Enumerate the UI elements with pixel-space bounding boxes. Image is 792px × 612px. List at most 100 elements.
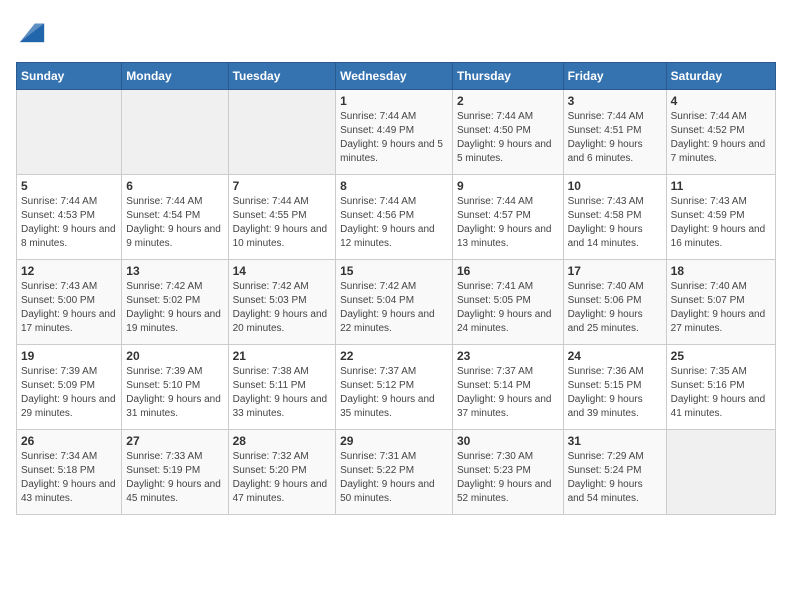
calendar-day-24: 24 Sunrise: 7:36 AMSunset: 5:15 PMDayligh…: [563, 344, 666, 429]
day-info: Sunrise: 7:42 AMSunset: 5:02 PMDaylight:…: [126, 280, 223, 336]
day-info: Sunrise: 7:42 AMSunset: 5:04 PMDaylight:…: [340, 280, 448, 336]
day-info: Sunrise: 7:42 AMSunset: 5:03 PMDaylight:…: [233, 280, 332, 336]
calendar-day-27: 27Sunrise: 7:33 AMSunset: 5:19 PMDayligh…: [122, 429, 228, 514]
day-info: Sunrise: 7:43 AMSunset: 5:00 PMDaylight:…: [21, 280, 117, 336]
calendar-day-1: 1 Sunrise: 7:44 AMSunset: 4:49 PMDaylight…: [336, 89, 453, 174]
day-info: Sunrise: 7:37 AMSunset: 5:14 PMDaylight:…: [457, 365, 559, 421]
day-number: 24: [568, 349, 662, 363]
header-day-monday: Monday: [122, 62, 228, 89]
calendar-table: SundayMondayTuesdayWednesdayThursdayFrid…: [16, 62, 776, 515]
day-number: 19: [21, 349, 117, 363]
calendar-body: 1 Sunrise: 7:44 AMSunset: 4:49 PMDaylight…: [17, 89, 776, 514]
calendar-day-7: 7Sunrise: 7:44 AMSunset: 4:55 PMDaylight…: [228, 174, 336, 259]
calendar-week-1: 1 Sunrise: 7:44 AMSunset: 4:49 PMDaylight…: [17, 89, 776, 174]
calendar-header: SundayMondayTuesdayWednesdayThursdayFrid…: [17, 62, 776, 89]
day-number: 9: [457, 179, 559, 193]
day-number: 20: [126, 349, 223, 363]
day-info: Sunrise: 7:44 AMSunset: 4:49 PMDaylight:…: [340, 110, 448, 166]
header-row: SundayMondayTuesdayWednesdayThursdayFrid…: [17, 62, 776, 89]
day-number: 31: [568, 434, 662, 448]
day-number: 10: [568, 179, 662, 193]
day-number: 26: [21, 434, 117, 448]
calendar-day-2: 2 Sunrise: 7:44 AMSunset: 4:50 PMDaylight…: [452, 89, 563, 174]
calendar-day-20: 20Sunrise: 7:39 AMSunset: 5:10 PMDayligh…: [122, 344, 228, 429]
day-info: Sunrise: 7:44 AMSunset: 4:57 PMDaylight:…: [457, 195, 559, 251]
day-info: Sunrise: 7:44 AMSunset: 4:56 PMDaylight:…: [340, 195, 448, 251]
day-info: Sunrise: 7:32 AMSunset: 5:20 PMDaylight:…: [233, 450, 332, 506]
day-number: 18: [671, 264, 771, 278]
calendar-week-3: 12 Sunrise: 7:43 AMSunset: 5:00 PMDayligh…: [17, 259, 776, 344]
calendar-day-30: 30Sunrise: 7:30 AMSunset: 5:23 PMDayligh…: [452, 429, 563, 514]
calendar-day-22: 22 Sunrise: 7:37 AMSunset: 5:12 PMDayligh…: [336, 344, 453, 429]
calendar-day-12: 12 Sunrise: 7:43 AMSunset: 5:00 PMDayligh…: [17, 259, 122, 344]
calendar-day-10: 10Sunrise: 7:43 AMSunset: 4:58 PMDayligh…: [563, 174, 666, 259]
day-number: 4: [671, 94, 771, 108]
day-number: 12: [21, 264, 117, 278]
day-number: 16: [457, 264, 559, 278]
day-number: 3: [568, 94, 662, 108]
day-info: Sunrise: 7:39 AMSunset: 5:09 PMDaylight:…: [21, 365, 117, 421]
day-info: Sunrise: 7:35 AMSunset: 5:16 PMDaylight:…: [671, 365, 771, 421]
calendar-day-5: 5Sunrise: 7:44 AMSunset: 4:53 PMDaylight…: [17, 174, 122, 259]
day-info: Sunrise: 7:44 AMSunset: 4:54 PMDaylight:…: [126, 195, 223, 251]
calendar-day-8: 8 Sunrise: 7:44 AMSunset: 4:56 PMDaylight…: [336, 174, 453, 259]
day-info: Sunrise: 7:31 AMSunset: 5:22 PMDaylight:…: [340, 450, 448, 506]
day-number: 13: [126, 264, 223, 278]
day-info: Sunrise: 7:40 AMSunset: 5:06 PMDaylight:…: [568, 280, 662, 336]
day-number: 14: [233, 264, 332, 278]
day-number: 11: [671, 179, 771, 193]
logo: [16, 16, 46, 50]
calendar-day-6: 6 Sunrise: 7:44 AMSunset: 4:54 PMDaylight…: [122, 174, 228, 259]
header-day-saturday: Saturday: [666, 62, 775, 89]
header-day-thursday: Thursday: [452, 62, 563, 89]
day-number: 2: [457, 94, 559, 108]
empty-cell: [122, 89, 228, 174]
day-info: Sunrise: 7:37 AMSunset: 5:12 PMDaylight:…: [340, 365, 448, 421]
header-day-sunday: Sunday: [17, 62, 122, 89]
calendar-day-3: 3 Sunrise: 7:44 AMSunset: 4:51 PMDaylight…: [563, 89, 666, 174]
calendar-day-28: 28 Sunrise: 7:32 AMSunset: 5:20 PMDayligh…: [228, 429, 336, 514]
calendar-day-21: 21 Sunrise: 7:38 AMSunset: 5:11 PMDayligh…: [228, 344, 336, 429]
day-info: Sunrise: 7:34 AMSunset: 5:18 PMDaylight:…: [21, 450, 117, 506]
day-number: 22: [340, 349, 448, 363]
empty-cell: [228, 89, 336, 174]
day-number: 5: [21, 179, 117, 193]
day-number: 8: [340, 179, 448, 193]
calendar-week-5: 26 Sunrise: 7:34 AMSunset: 5:18 PMDayligh…: [17, 429, 776, 514]
empty-cell: [17, 89, 122, 174]
day-info: Sunrise: 7:43 AMSunset: 4:59 PMDaylight:…: [671, 195, 771, 251]
header-day-wednesday: Wednesday: [336, 62, 453, 89]
day-number: 6: [126, 179, 223, 193]
calendar-day-31: 31 Sunrise: 7:29 AMSunset: 5:24 PMDayligh…: [563, 429, 666, 514]
calendar-day-17: 17Sunrise: 7:40 AMSunset: 5:06 PMDayligh…: [563, 259, 666, 344]
calendar-day-11: 11 Sunrise: 7:43 AMSunset: 4:59 PMDayligh…: [666, 174, 775, 259]
day-number: 21: [233, 349, 332, 363]
calendar-day-16: 16Sunrise: 7:41 AMSunset: 5:05 PMDayligh…: [452, 259, 563, 344]
calendar-day-18: 18 Sunrise: 7:40 AMSunset: 5:07 PMDayligh…: [666, 259, 775, 344]
logo-icon: [18, 16, 46, 44]
day-info: Sunrise: 7:44 AMSunset: 4:55 PMDaylight:…: [233, 195, 332, 251]
day-info: Sunrise: 7:38 AMSunset: 5:11 PMDaylight:…: [233, 365, 332, 421]
calendar-day-26: 26 Sunrise: 7:34 AMSunset: 5:18 PMDayligh…: [17, 429, 122, 514]
day-number: 23: [457, 349, 559, 363]
page-header: [16, 16, 776, 50]
day-info: Sunrise: 7:40 AMSunset: 5:07 PMDaylight:…: [671, 280, 771, 336]
calendar-day-4: 4 Sunrise: 7:44 AMSunset: 4:52 PMDaylight…: [666, 89, 775, 174]
day-number: 1: [340, 94, 448, 108]
calendar-day-13: 13 Sunrise: 7:42 AMSunset: 5:02 PMDayligh…: [122, 259, 228, 344]
day-number: 25: [671, 349, 771, 363]
calendar-day-23: 23 Sunrise: 7:37 AMSunset: 5:14 PMDayligh…: [452, 344, 563, 429]
calendar-week-4: 19 Sunrise: 7:39 AMSunset: 5:09 PMDayligh…: [17, 344, 776, 429]
day-info: Sunrise: 7:44 AMSunset: 4:51 PMDaylight:…: [568, 110, 662, 166]
day-number: 15: [340, 264, 448, 278]
day-info: Sunrise: 7:29 AMSunset: 5:24 PMDaylight:…: [568, 450, 662, 506]
day-number: 29: [340, 434, 448, 448]
day-info: Sunrise: 7:44 AMSunset: 4:52 PMDaylight:…: [671, 110, 771, 166]
day-info: Sunrise: 7:36 AMSunset: 5:15 PMDaylight:…: [568, 365, 662, 421]
day-number: 28: [233, 434, 332, 448]
day-info: Sunrise: 7:33 AMSunset: 5:19 PMDaylight:…: [126, 450, 223, 506]
calendar-day-15: 15 Sunrise: 7:42 AMSunset: 5:04 PMDayligh…: [336, 259, 453, 344]
calendar-day-19: 19 Sunrise: 7:39 AMSunset: 5:09 PMDayligh…: [17, 344, 122, 429]
day-info: Sunrise: 7:44 AMSunset: 4:50 PMDaylight:…: [457, 110, 559, 166]
day-number: 30: [457, 434, 559, 448]
